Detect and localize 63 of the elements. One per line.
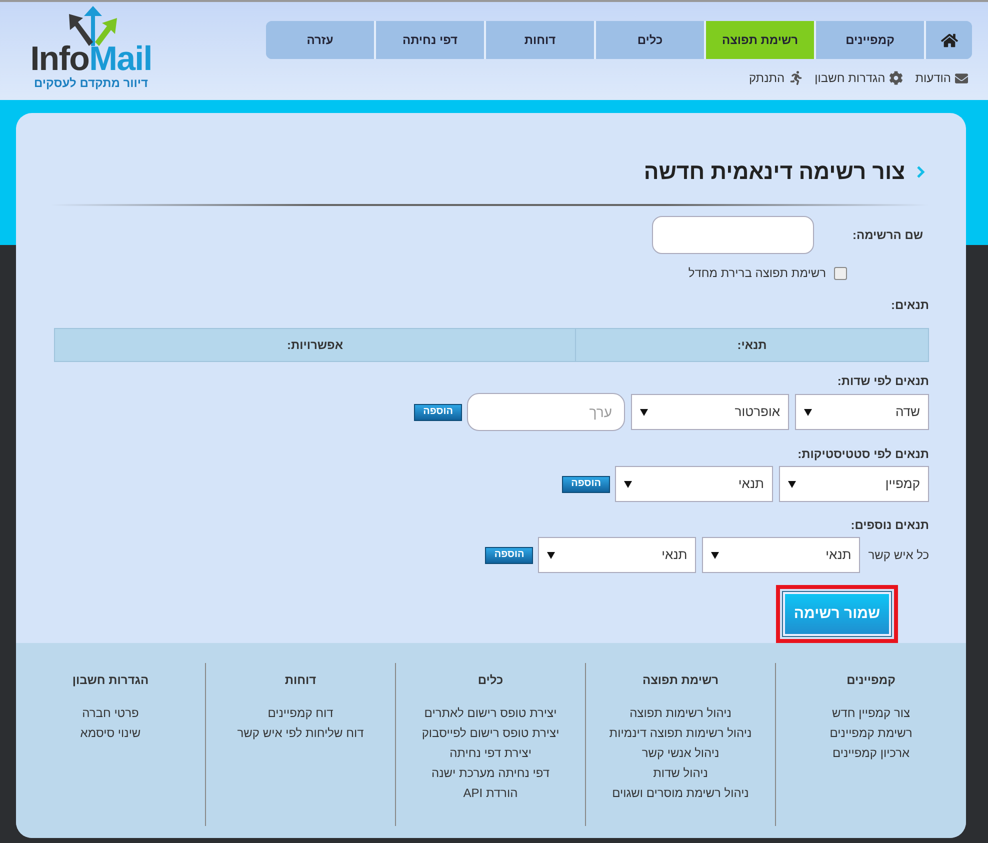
dropdown-select[interactable]: תנאי <box>702 537 860 573</box>
group-label: תנאים לפי שדות: <box>836 373 929 390</box>
dropdown-select[interactable]: קמפיין <box>779 466 929 502</box>
footer-link[interactable]: דוח שליחות לפי איש קשר <box>237 723 364 743</box>
account-link[interactable]: הודעות <box>915 69 968 87</box>
footer-link[interactable]: ניהול רשימת מוסרים ושגוים <box>612 783 749 803</box>
checkbox-label: רשימת תפוצה ברירת מחדל <box>688 265 826 282</box>
footer-link[interactable]: ארכיון קמפיינים <box>832 743 910 763</box>
logo-wordmark-mail: Mail <box>89 42 152 76</box>
nav-tab[interactable]: עזרה <box>266 21 376 59</box>
footer-link[interactable]: ניהול אנשי קשר <box>642 743 720 763</box>
section-label: תנאים: <box>890 297 929 314</box>
add-button[interactable]: הוספה <box>485 546 534 564</box>
running-person-icon <box>788 71 803 85</box>
logo-tagline: דיוור מתקדם לעסקים <box>34 76 148 91</box>
footer-heading: דוחות <box>284 672 316 689</box>
footer-link[interactable]: הורדת API <box>463 783 518 803</box>
footer-heading: קמפיינים <box>846 672 896 689</box>
checkbox[interactable] <box>834 266 847 280</box>
footer-link[interactable]: ניהול שדות <box>653 763 708 783</box>
footer-link[interactable]: שינוי סיסמא <box>80 723 141 743</box>
footer-link[interactable]: רשימת קמפיינים <box>830 723 912 743</box>
footer-link[interactable]: יצירת דפי נחיתה <box>450 743 532 763</box>
list-name-input[interactable] <box>652 216 814 254</box>
dropdown-arrow-icon <box>547 552 556 558</box>
add-button[interactable]: הוספה <box>414 404 462 420</box>
chevron-icon <box>917 166 925 178</box>
group-label: תנאים לפי סטטיסטיקות: <box>796 446 929 463</box>
field-label: שם הרשימה: <box>852 227 923 244</box>
settings-icon <box>889 71 904 85</box>
account-link[interactable]: הגדרות חשבון <box>814 69 904 87</box>
page-title: צור רשימה דינאמית חדשה <box>644 158 905 186</box>
envelope-icon <box>955 72 968 84</box>
dropdown-select[interactable]: שדה <box>795 394 929 430</box>
add-button[interactable]: הוספה <box>562 476 610 492</box>
value-input[interactable]: ערך <box>467 393 625 431</box>
dropdown-arrow-icon <box>788 480 796 488</box>
footer-link[interactable]: דפי נחיתה מערכת ישנה <box>432 763 550 783</box>
logo-wordmark-info: Info <box>30 42 90 76</box>
table-header-cell-text: תנאי: <box>736 337 768 354</box>
footer-heading: כלים <box>478 672 504 689</box>
nav-tab[interactable]: רשימת תפוצה <box>706 21 816 59</box>
dropdown-arrow-icon <box>711 552 720 558</box>
footer-link[interactable]: יצירת טופס רישום לפייסבוק <box>422 723 560 743</box>
footer-link[interactable]: דוח קמפיינים <box>268 703 334 723</box>
footer-link[interactable]: ניהול רשימות תפוצה דינמיות <box>609 723 752 743</box>
dropdown-select[interactable]: תנאי <box>538 537 696 573</box>
footer-heading: הגדרות חשבון <box>72 672 149 689</box>
prefix-label: כל איש קשר <box>868 547 929 564</box>
dropdown-arrow-icon <box>624 480 632 488</box>
account-link[interactable]: התנתק <box>748 69 803 87</box>
footer-link[interactable]: יצירת טופס רישום לאתרים <box>424 703 557 723</box>
dropdown-select[interactable]: אופרטור <box>631 394 789 430</box>
home-icon <box>940 32 958 48</box>
group-label: תנאים נוספים: <box>850 517 929 534</box>
footer-link[interactable]: צור קמפיין חדש <box>832 703 910 723</box>
table-header-cell: אפשרויות: <box>55 329 576 361</box>
footer-heading: רשימת תפוצה <box>642 672 719 689</box>
dropdown-arrow-icon <box>804 408 812 416</box>
dropdown-select[interactable]: תנאי <box>615 466 773 502</box>
footer-link[interactable]: פרטי חברה <box>82 703 139 723</box>
dropdown-arrow-icon <box>640 408 648 416</box>
footer-link[interactable]: ניהול רשימות תפוצה <box>630 703 732 723</box>
